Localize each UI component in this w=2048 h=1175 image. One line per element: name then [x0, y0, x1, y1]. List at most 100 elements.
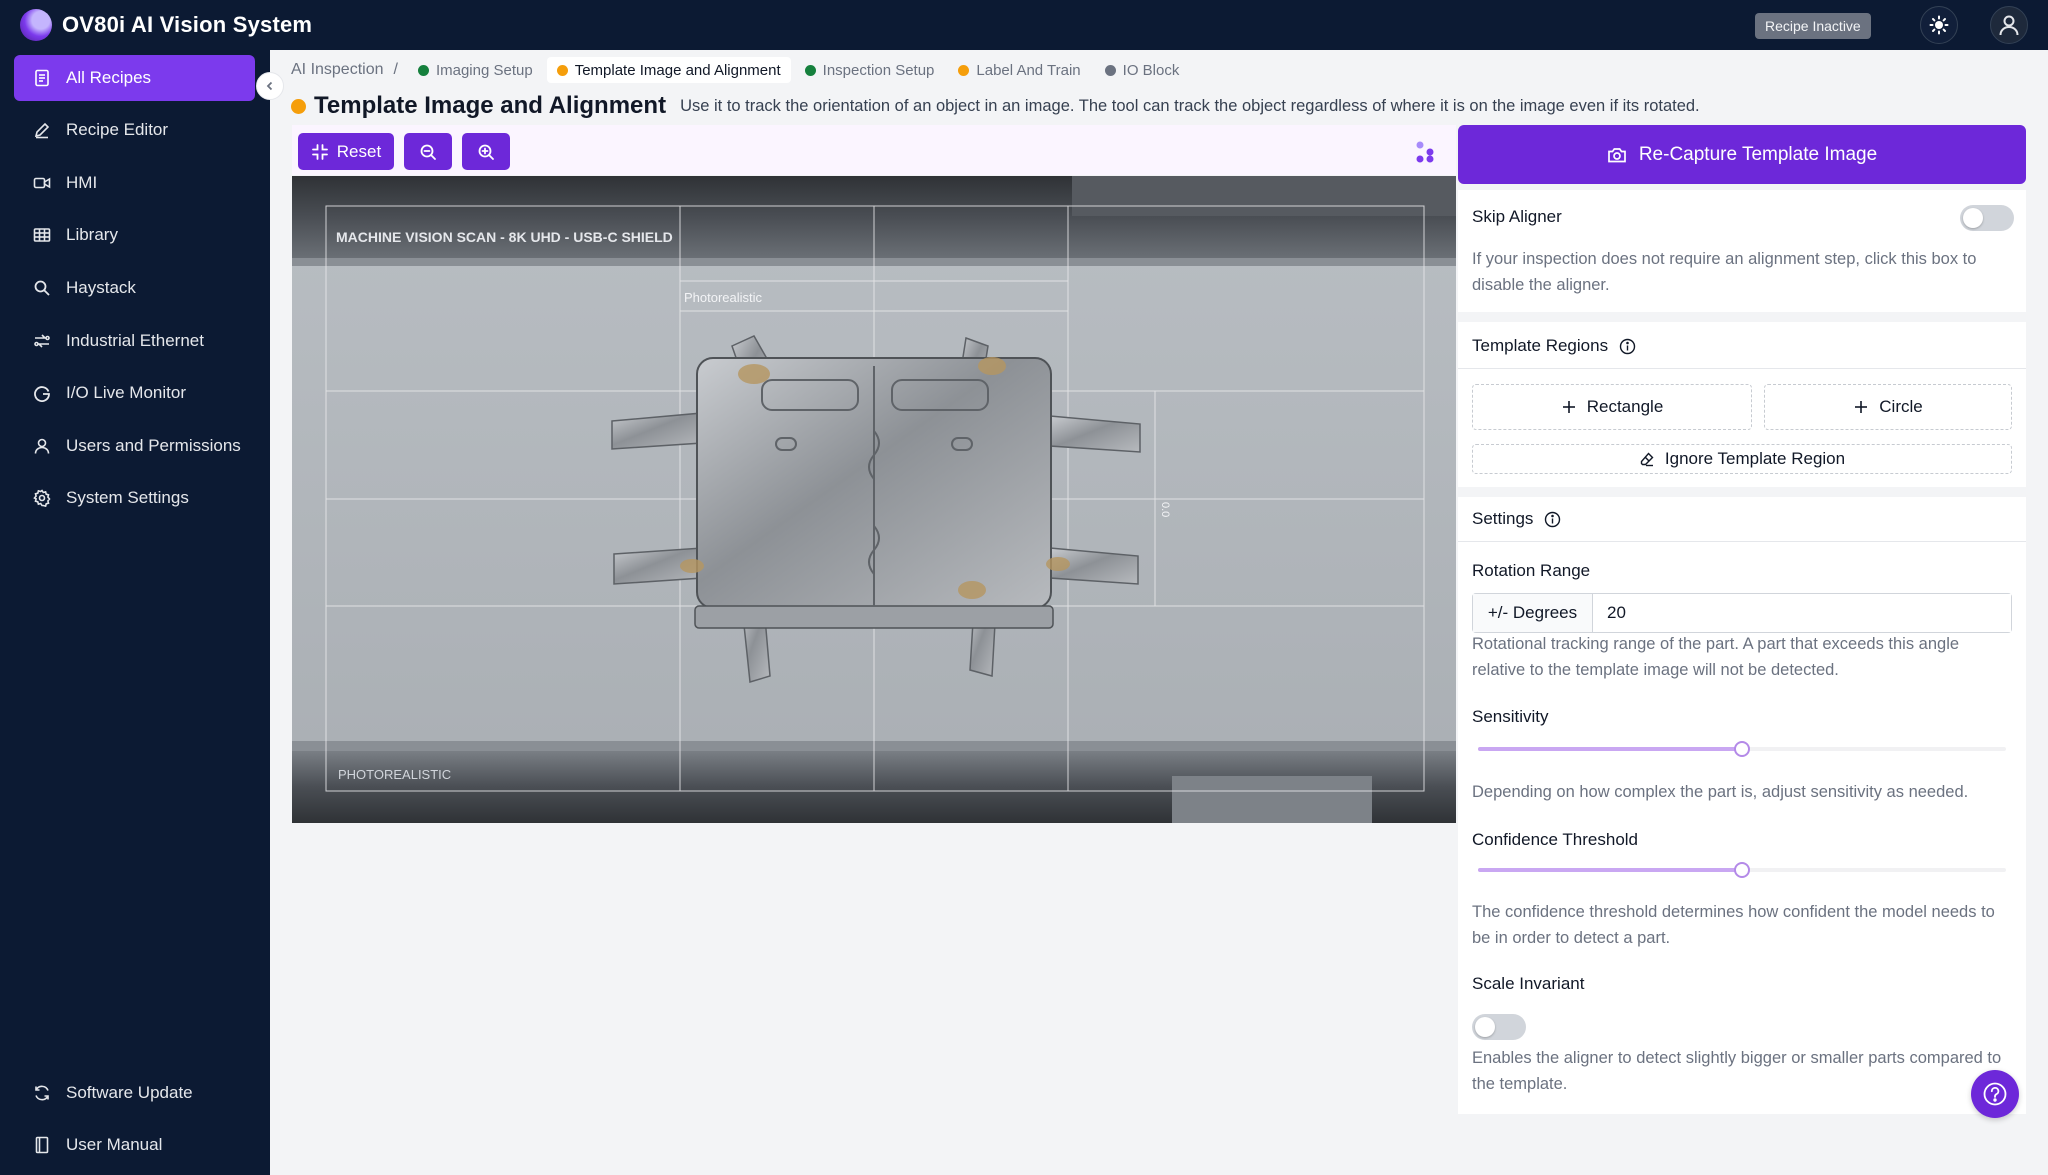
sidebar-item-label: Industrial Ethernet: [66, 331, 204, 350]
recapture-label: Re-Capture Template Image: [1638, 143, 1878, 165]
sidebar-item-haystack[interactable]: Haystack: [14, 265, 255, 311]
sidebar-item-label: System Settings: [66, 488, 189, 507]
status-dot: [958, 64, 970, 76]
shrink-icon: [311, 143, 328, 160]
template-image-viewport[interactable]: MACHINE VISION SCAN - 8K UHD - USB-C SHI…: [292, 176, 1456, 823]
settings-title: Settings: [1472, 509, 1561, 529]
step-imaging-setup[interactable]: Imaging Setup: [407, 57, 543, 83]
theme-toggle-button[interactable]: [1920, 6, 1958, 44]
slider-handle[interactable]: [1734, 862, 1750, 878]
sidebar-item-recipe-editor[interactable]: Recipe Editor: [14, 107, 255, 153]
image-bottom-caption: PHOTOREALISTIC: [338, 767, 451, 782]
image-inner-caption: Photorealistic: [684, 290, 763, 305]
scale-invariant-toggle[interactable]: [1472, 1014, 1526, 1040]
sidebar-item-system-settings[interactable]: System Settings: [14, 475, 255, 521]
eraser-icon: [1640, 452, 1654, 467]
zoom-in-icon: [478, 144, 494, 160]
sidebar-item-label: Users and Permissions: [66, 436, 241, 455]
help-button[interactable]: [1971, 1070, 2019, 1118]
confidence-threshold-slider[interactable]: [1478, 862, 2006, 878]
step-label: Imaging Setup: [435, 61, 533, 79]
step-label-and-train[interactable]: Label And Train: [948, 57, 1091, 83]
user-account-button[interactable]: [1990, 6, 2028, 44]
sidebar-item-all-recipes[interactable]: All Recipes: [14, 55, 255, 101]
network-icon: [32, 332, 52, 350]
info-icon[interactable]: [1544, 511, 1561, 528]
help-circle-icon: [1983, 1082, 2007, 1106]
status-dot: [804, 64, 816, 76]
step-label: Label And Train: [976, 61, 1081, 79]
reset-button[interactable]: Reset: [298, 133, 394, 170]
sidebar-item-industrial-ethernet[interactable]: Industrial Ethernet: [14, 318, 255, 364]
sidebar-item-hmi[interactable]: HMI: [14, 160, 255, 206]
sidebar-item-label: HMI: [66, 173, 98, 192]
template-image[interactable]: MACHINE VISION SCAN - 8K UHD - USB-C SHI…: [292, 176, 1456, 823]
step-io-block[interactable]: IO Block: [1094, 57, 1190, 83]
toggle-knob: [1963, 208, 1983, 228]
skip-aligner-toggle[interactable]: [1960, 205, 2014, 231]
breadcrumb: AI Inspection / Imaging Setup Template I…: [291, 57, 1193, 83]
ignore-region-label: Ignore Template Region: [1664, 449, 1846, 468]
settings-card: Settings Rotation Range +/- Degrees Rota…: [1458, 497, 2026, 1114]
ignore-template-region-button[interactable]: Ignore Template Region: [1472, 444, 2012, 474]
page-title: Template Image and Alignment: [314, 92, 667, 119]
skip-aligner-help: If your inspection does not require an a…: [1472, 250, 1977, 294]
reset-label: Reset: [336, 141, 382, 161]
skip-aligner-card: Skip Aligner If your inspection does not…: [1458, 190, 2026, 312]
status-dot: [417, 64, 429, 76]
zoom-in-button[interactable]: [462, 133, 510, 170]
recapture-template-image-button[interactable]: Re-Capture Template Image: [1458, 125, 2026, 184]
rotation-range-addon: +/- Degrees: [1473, 594, 1593, 632]
sidebar-item-label: User Manual: [66, 1135, 163, 1154]
plus-icon: [1562, 401, 1575, 413]
sensitivity-slider[interactable]: [1478, 741, 2006, 757]
add-circle-button[interactable]: Circle: [1764, 384, 2012, 430]
rotation-range-help: Rotational tracking range of the part. A…: [1472, 635, 1960, 679]
slider-handle[interactable]: [1734, 741, 1750, 757]
page-header: Template Image and Alignment Use it to t…: [291, 90, 1700, 122]
info-icon[interactable]: [1619, 338, 1636, 355]
zoom-out-button[interactable]: [404, 133, 452, 170]
status-dot: [556, 64, 568, 76]
image-top-caption: MACHINE VISION SCAN - 8K UHD - USB-C SHI…: [336, 229, 673, 245]
step-label: Inspection Setup: [822, 61, 935, 79]
sidebar-item-software-update[interactable]: Software Update: [14, 1070, 255, 1116]
scale-invariant-help: Enables the aligner to detect slightly b…: [1472, 1049, 2002, 1093]
confidence-threshold-label: Confidence Threshold: [1472, 830, 1639, 849]
sidebar-item-users-and-permissions[interactable]: Users and Permissions: [14, 423, 255, 469]
add-rectangle-button[interactable]: Rectangle: [1472, 384, 1752, 430]
divider: [1458, 368, 2026, 369]
sidebar-item-library[interactable]: Library: [14, 212, 255, 258]
recipes-icon: [32, 69, 52, 87]
image-side-label: 0.0: [1159, 502, 1171, 517]
rotation-range-input[interactable]: [1593, 594, 2011, 632]
status-dot: [1104, 64, 1116, 76]
zoom-out-icon: [420, 144, 436, 160]
page-description: Use it to track the orientation of an ob…: [680, 96, 1700, 115]
sidebar-item-label: Library: [66, 225, 118, 244]
step-label: IO Block: [1122, 61, 1180, 79]
confidence-threshold-help: The confidence threshold determines how …: [1472, 903, 1995, 947]
camera-icon: [1607, 147, 1626, 162]
divider: [1458, 541, 2026, 542]
step-inspection-setup[interactable]: Inspection Setup: [794, 57, 945, 83]
video-icon: [32, 174, 52, 192]
sidebar-item-io-live-monitor[interactable]: I/O Live Monitor: [14, 370, 255, 416]
book-icon: [32, 1136, 52, 1154]
top-bar: OV80i AI Vision System Recipe Inactive: [0, 0, 2048, 50]
breadcrumb-root[interactable]: AI Inspection: [291, 61, 384, 79]
toggle-knob: [1475, 1017, 1495, 1037]
sidebar-item-user-manual[interactable]: User Manual: [14, 1122, 255, 1168]
plus-icon: [1855, 401, 1868, 413]
rotation-range-input-group: +/- Degrees: [1472, 593, 2012, 633]
step-label: Template Image and Alignment: [574, 61, 781, 79]
sidebar-collapse-button[interactable]: [256, 72, 284, 100]
drag-dots-icon[interactable]: [1412, 139, 1438, 165]
sidebar-item-label: All Recipes: [66, 68, 152, 87]
step-template-image-and-alignment[interactable]: Template Image and Alignment: [546, 57, 791, 83]
template-regions-card: Template Regions Rectangle Circle Ignore…: [1458, 322, 2026, 487]
pencil-icon: [32, 121, 52, 139]
breadcrumb-separator: /: [393, 61, 398, 78]
chevron-left-icon: [266, 81, 273, 91]
skip-aligner-label: Skip Aligner: [1472, 207, 1562, 226]
